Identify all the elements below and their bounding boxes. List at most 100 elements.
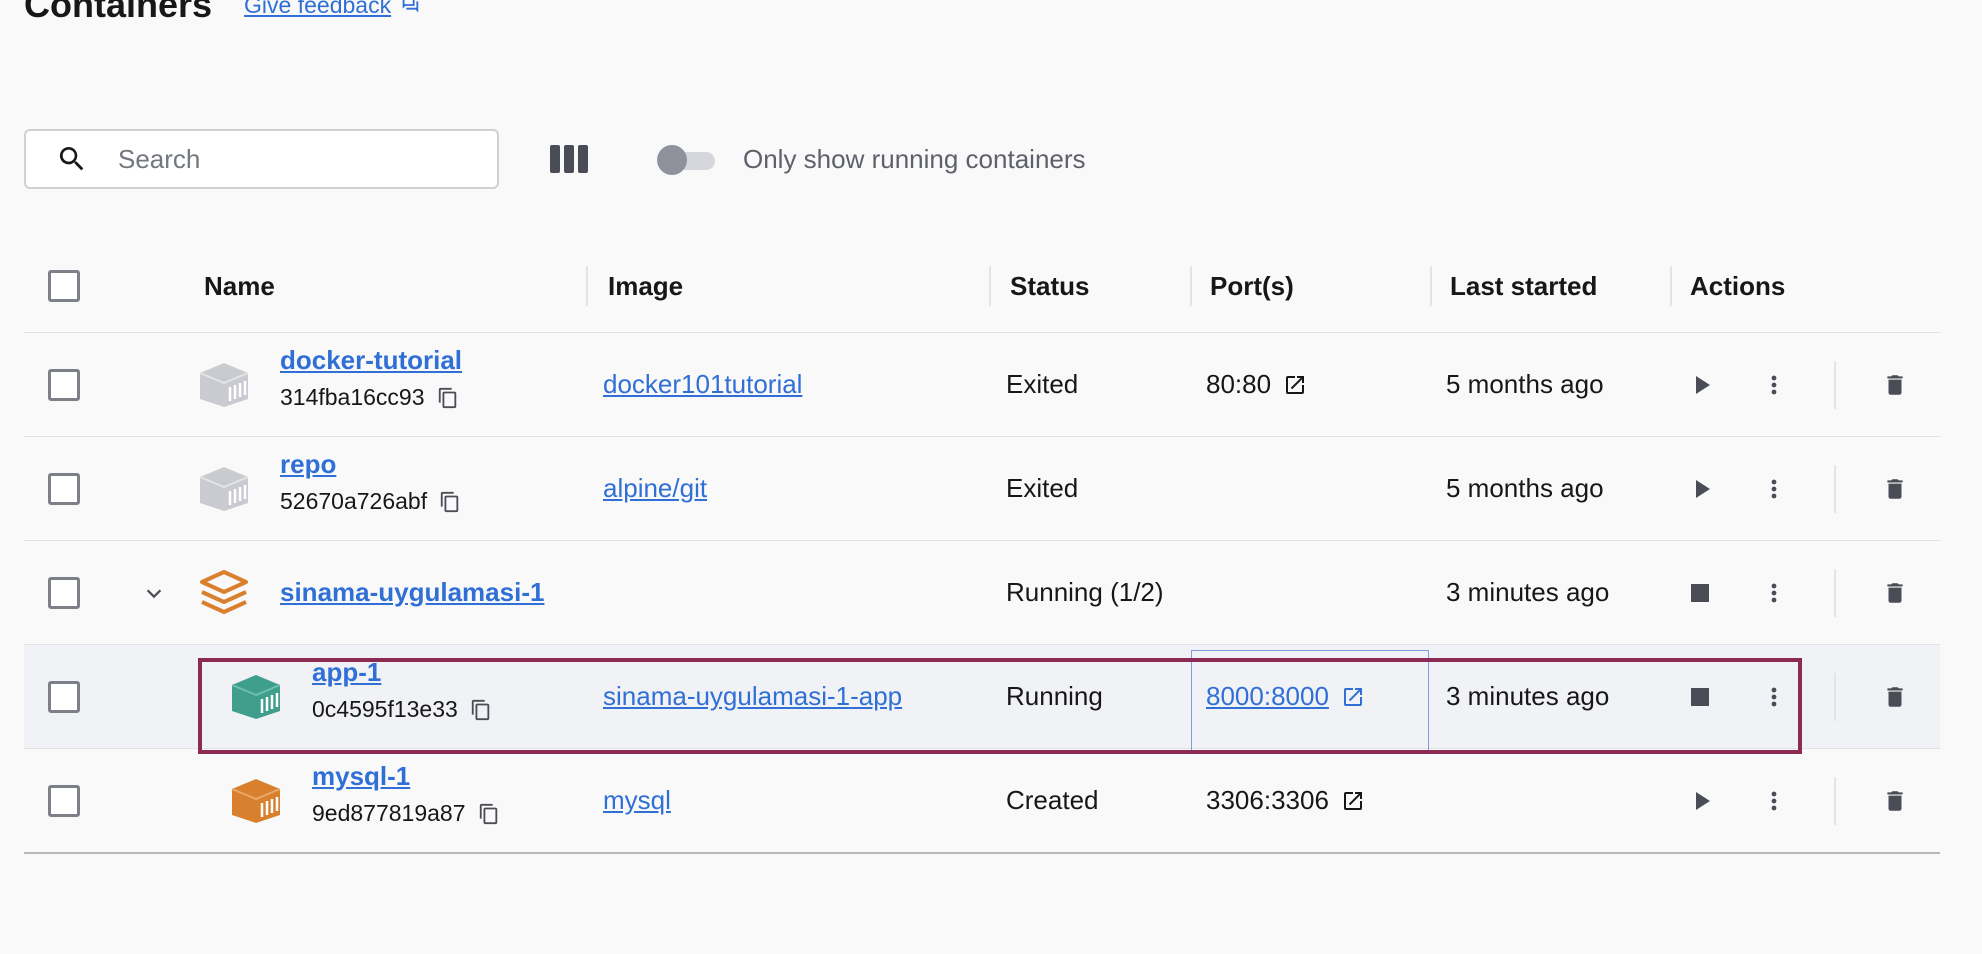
container-created-icon [231, 779, 281, 823]
table-row-group[interactable]: sinama-uygulamasi-1 Running (1/2) 3 minu… [24, 541, 1940, 645]
row-checkbox[interactable] [48, 785, 80, 817]
more-options-button[interactable] [1754, 469, 1794, 509]
status-cell: Created [1006, 785, 1099, 815]
trash-icon [1887, 375, 1903, 395]
ports-cell: 8000:8000 [1206, 645, 1365, 748]
start-button[interactable] [1682, 365, 1722, 405]
container-name-link[interactable]: repo [280, 449, 461, 480]
status-cell: Exited [1006, 369, 1079, 399]
column-last-started[interactable]: Last started [1450, 240, 1597, 332]
image-cell: sinama-uygulamasi-1-app [603, 645, 902, 748]
image-cell: docker101tutorial [603, 333, 802, 436]
expand-collapse-button[interactable] [134, 573, 174, 613]
column-divider[interactable] [586, 266, 588, 306]
column-status[interactable]: Status [1010, 240, 1089, 332]
port-mapping-link[interactable]: 8000:8000 [1206, 681, 1329, 712]
play-icon [1696, 376, 1710, 394]
external-link-icon[interactable] [1283, 373, 1307, 397]
group-name-link[interactable]: sinama-uygulamasi-1 [280, 577, 544, 608]
containers-table: Name Image Status Port(s) Last started A… [24, 240, 1940, 854]
page-header: Containers Give feedback [24, 0, 421, 30]
play-icon [1696, 480, 1710, 498]
external-link-icon[interactable] [1341, 789, 1365, 813]
image-link[interactable]: sinama-uygulamasi-1-app [603, 681, 902, 712]
actions-divider [1834, 777, 1836, 825]
stop-button[interactable] [1680, 573, 1720, 613]
columns-icon [550, 145, 588, 173]
delete-button[interactable] [1875, 469, 1915, 509]
more-options-button[interactable] [1754, 573, 1794, 613]
container-name-block: app-1 0c4595f13e33 [312, 657, 492, 723]
image-link[interactable]: docker101tutorial [603, 369, 802, 400]
last-started-cell: 3 minutes ago [1446, 681, 1610, 711]
container-stopped-icon [199, 467, 249, 511]
last-started-cell: 5 months ago [1446, 369, 1604, 399]
columns-button[interactable] [549, 139, 589, 179]
container-id-text: 314fba16cc93 [280, 384, 425, 410]
toolbar: Only show running containers [24, 127, 1086, 191]
table-row[interactable]: repo 52670a726abf alpine/git Exited 5 mo… [24, 437, 1940, 541]
row-checkbox[interactable] [48, 577, 80, 609]
table-row[interactable]: docker-tutorial 314fba16cc93 docker101tu… [24, 333, 1940, 437]
image-cell: mysql [603, 749, 671, 852]
search-box[interactable] [24, 129, 499, 189]
more-options-button[interactable] [1754, 781, 1794, 821]
stop-icon [1691, 688, 1709, 706]
trash-icon [1887, 583, 1903, 603]
search-icon [59, 147, 84, 171]
status-cell: Exited [1006, 473, 1079, 503]
start-button[interactable] [1682, 781, 1722, 821]
chevron-down-icon [146, 589, 162, 599]
kebab-menu-icon [1771, 583, 1777, 603]
page-title: Containers [24, 0, 213, 25]
give-feedback-link[interactable]: Give feedback [244, 0, 421, 19]
stop-button[interactable] [1680, 677, 1720, 717]
start-button[interactable] [1682, 469, 1722, 509]
delete-button[interactable] [1875, 365, 1915, 405]
kebab-menu-icon [1771, 375, 1777, 395]
container-stopped-icon [199, 363, 249, 407]
container-name-link[interactable]: docker-tutorial [280, 345, 462, 376]
column-name[interactable]: Name [204, 240, 275, 332]
port-mapping: 3306:3306 [1206, 785, 1329, 815]
external-link-icon[interactable] [1341, 685, 1365, 709]
row-checkbox[interactable] [48, 681, 80, 713]
table-row-selected[interactable]: app-1 0c4595f13e33 sinama-uygulamasi-1-a… [24, 645, 1940, 749]
image-link[interactable]: mysql [603, 785, 671, 816]
actions-divider [1834, 569, 1836, 617]
copy-icon[interactable] [478, 803, 500, 825]
row-checkbox[interactable] [48, 369, 80, 401]
actions-divider [1834, 465, 1836, 513]
more-options-button[interactable] [1754, 677, 1794, 717]
delete-button[interactable] [1875, 781, 1915, 821]
status-cell: Running (1/2) [1006, 577, 1164, 607]
column-divider[interactable] [1190, 266, 1192, 306]
feedback-icon [402, 0, 419, 13]
column-image[interactable]: Image [608, 240, 683, 332]
running-only-label: Only show running containers [743, 143, 1086, 174]
delete-button[interactable] [1875, 573, 1915, 613]
row-checkbox[interactable] [48, 473, 80, 505]
select-all-checkbox[interactable] [48, 270, 80, 302]
column-ports[interactable]: Port(s) [1210, 240, 1294, 332]
trash-icon [1887, 479, 1903, 499]
search-input[interactable] [116, 142, 480, 176]
delete-button[interactable] [1875, 677, 1915, 717]
copy-icon[interactable] [470, 699, 492, 721]
container-name-link[interactable]: app-1 [312, 657, 492, 688]
copy-icon[interactable] [439, 491, 461, 513]
image-link[interactable]: alpine/git [603, 473, 707, 504]
actions-divider [1834, 673, 1836, 721]
table-row[interactable]: mysql-1 9ed877819a87 mysql Created 3306:… [24, 749, 1940, 854]
copy-icon[interactable] [437, 387, 459, 409]
column-divider[interactable] [989, 266, 991, 306]
container-name-link[interactable]: mysql-1 [312, 761, 500, 792]
container-name-block: docker-tutorial 314fba16cc93 [280, 345, 462, 411]
running-only-toggle[interactable] [657, 145, 715, 175]
image-cell: alpine/git [603, 437, 707, 540]
more-options-button[interactable] [1754, 365, 1794, 405]
column-divider[interactable] [1670, 266, 1672, 306]
ports-cell: 80:80 [1206, 333, 1307, 436]
container-id: 0c4595f13e33 [312, 696, 492, 723]
column-divider[interactable] [1430, 266, 1432, 306]
